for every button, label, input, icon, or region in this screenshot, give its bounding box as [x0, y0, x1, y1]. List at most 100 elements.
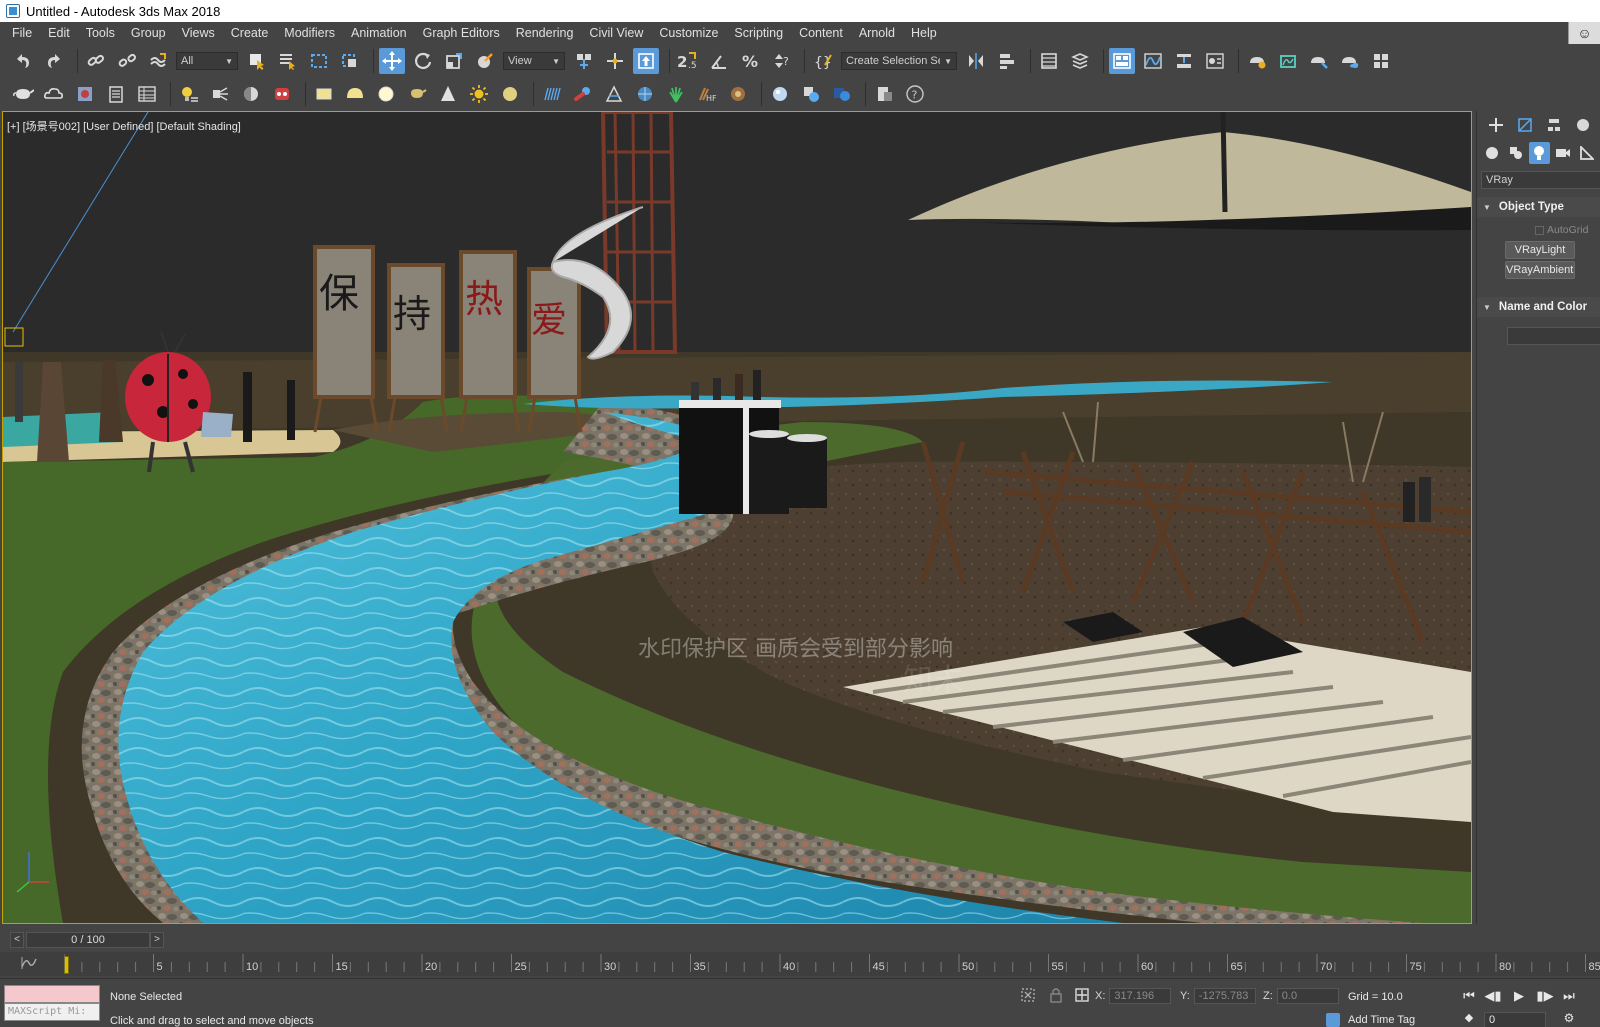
menu-graph-editors[interactable]: Graph Editors [415, 22, 508, 44]
time-slider-next-icon[interactable]: > [150, 932, 164, 948]
viewport-label[interactable]: [+] [场景号002] [User Defined] [Default Sha… [7, 118, 241, 134]
select-and-place-icon[interactable] [472, 48, 498, 74]
time-slider[interactable]: < 0 / 100 > [0, 930, 1600, 950]
shapes-category-icon[interactable] [1505, 142, 1527, 164]
vraylight-button[interactable]: VRayLight [1505, 241, 1575, 259]
keyboard-shortcut-override-icon[interactable] [633, 48, 659, 74]
mesh-light-icon[interactable] [404, 81, 430, 107]
vray-fur-grass-icon[interactable] [663, 81, 689, 107]
menu-content[interactable]: Content [791, 22, 851, 44]
maxscript-input[interactable]: MAXScript Mi: [4, 1003, 100, 1021]
sphere-light-icon[interactable] [373, 81, 399, 107]
menu-tools[interactable]: Tools [78, 22, 123, 44]
render-in-cloud-icon[interactable] [1337, 48, 1363, 74]
vray-lights-icon[interactable] [207, 81, 233, 107]
rect-selection-region-icon[interactable] [306, 48, 332, 74]
vray-proxy-icon[interactable] [269, 81, 295, 107]
angle-snap-icon[interactable] [706, 48, 732, 74]
fur-icon[interactable] [539, 81, 565, 107]
align-icon[interactable] [994, 48, 1020, 74]
go-to-end-icon[interactable]: ⏭ [1560, 987, 1578, 1005]
hierarchy-tab-icon[interactable] [1542, 113, 1567, 137]
ies-light-icon[interactable] [435, 81, 461, 107]
help-icon[interactable]: ? [902, 81, 928, 107]
vray-sphere-icon[interactable] [238, 81, 264, 107]
window-crossing-icon[interactable] [337, 48, 363, 74]
z-field[interactable]: 0.0 [1276, 988, 1339, 1004]
material-editor-icon[interactable] [1202, 48, 1228, 74]
name-and-color-header[interactable]: ▼ Name and Color [1477, 297, 1600, 317]
light-lister-icon[interactable] [176, 81, 202, 107]
key-mode-icon[interactable]: ◆ [1460, 1009, 1478, 1027]
menu-rendering[interactable]: Rendering [508, 22, 582, 44]
vray-frame-buffer-icon[interactable] [1368, 48, 1394, 74]
select-by-name-icon[interactable] [275, 48, 301, 74]
mirror-icon[interactable] [963, 48, 989, 74]
menu-modifiers[interactable]: Modifiers [276, 22, 343, 44]
cameras-category-icon[interactable] [1552, 142, 1574, 164]
snaps-toggle-icon[interactable]: 2.5 [675, 48, 701, 74]
menu-scripting[interactable]: Scripting [726, 22, 791, 44]
create-tab-icon[interactable] [1483, 113, 1508, 137]
bind-space-warp-icon[interactable] [145, 48, 171, 74]
y-field[interactable]: -1275.783 [1193, 988, 1256, 1004]
mini-curve-editor-icon[interactable] [20, 955, 40, 973]
perspective-viewport[interactable]: [+] [场景号002] [User Defined] [Default Sha… [2, 111, 1472, 924]
vray-volume-grid-icon[interactable] [632, 81, 658, 107]
object-name-field[interactable] [1507, 327, 1600, 345]
redo-icon[interactable] [41, 48, 67, 74]
menu-views[interactable]: Views [174, 22, 223, 44]
plane-light-icon[interactable] [311, 81, 337, 107]
vray-file-icon[interactable] [871, 81, 897, 107]
cloud-icon[interactable] [41, 81, 67, 107]
vray-plane-icon[interactable] [570, 81, 596, 107]
maxscript-listener[interactable]: MAXScript Mi: [4, 985, 100, 1023]
play-icon[interactable]: ▶ [1510, 987, 1528, 1005]
object-type-header[interactable]: ▼ Object Type [1477, 197, 1600, 217]
toggle-command-panel-icon[interactable] [1109, 48, 1135, 74]
selection-lock-icon[interactable] [1048, 987, 1064, 1003]
reference-coordinate-dropdown[interactable]: View ▼ [503, 52, 565, 70]
absolute-mode-icon[interactable] [1074, 987, 1090, 1003]
time-slider-thumb[interactable]: 0 / 100 [26, 932, 150, 948]
maxscript-output[interactable] [4, 985, 100, 1003]
clipboard-icon[interactable] [103, 81, 129, 107]
x-field[interactable]: 317.196 [1109, 988, 1172, 1004]
helpers-category-icon[interactable] [1576, 142, 1598, 164]
edit-named-selection-icon[interactable]: {} [810, 48, 836, 74]
select-and-move-icon[interactable] [379, 48, 405, 74]
dome-light-icon[interactable] [342, 81, 368, 107]
named-selection-dropdown[interactable]: Create Selection Set ▼ [841, 52, 957, 70]
pivot-center-icon[interactable] [571, 48, 597, 74]
render-production-icon[interactable] [1306, 48, 1332, 74]
grid-table-icon[interactable] [134, 81, 160, 107]
link-icon[interactable] [83, 48, 109, 74]
object-category-dropdown[interactable]: VRay [1481, 171, 1600, 189]
select-and-rotate-icon[interactable] [410, 48, 436, 74]
menu-file[interactable]: File [0, 22, 40, 44]
isolate-selection-icon[interactable] [1020, 987, 1036, 1003]
sun-icon[interactable] [466, 81, 492, 107]
schematic-view-icon[interactable] [1171, 48, 1197, 74]
user-account-icon[interactable]: ☺ [1568, 22, 1600, 44]
motion-tab-icon[interactable] [1571, 113, 1596, 137]
current-frame-field[interactable]: 0 [1484, 1012, 1546, 1027]
next-frame-icon[interactable]: ▮▶ [1536, 987, 1554, 1005]
vrayambientlight-button[interactable]: VRayAmbientLight [1505, 261, 1575, 279]
vray-viewport-ipr-icon[interactable] [829, 81, 855, 107]
percent-snap-icon[interactable]: % [737, 48, 763, 74]
menu-civil-view[interactable]: Civil View [581, 22, 651, 44]
rendered-frame-window-icon[interactable] [1275, 48, 1301, 74]
curve-editor-icon[interactable] [1140, 48, 1166, 74]
undo-icon[interactable] [10, 48, 36, 74]
time-slider-prev-icon[interactable]: < [10, 932, 24, 948]
add-time-tag[interactable]: Add Time Tag [1326, 1013, 1415, 1027]
menu-animation[interactable]: Animation [343, 22, 415, 44]
image-viewer-icon[interactable] [72, 81, 98, 107]
track-bar[interactable]: 5 10 15 20 25 30 35 40 45 50 55 60 65 70 75 80 85 [0, 952, 1600, 976]
vray-material-lister-icon[interactable] [798, 81, 824, 107]
vray-fur-hf-icon[interactable]: HF [694, 81, 720, 107]
layer-explorer-icon[interactable] [1067, 48, 1093, 74]
render-setup-icon[interactable] [1244, 48, 1270, 74]
autogrid-checkbox[interactable]: AutoGrid [1483, 221, 1594, 239]
